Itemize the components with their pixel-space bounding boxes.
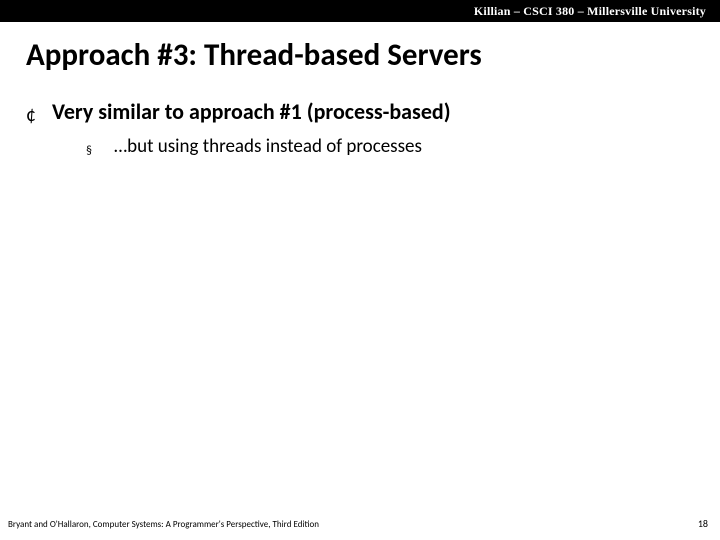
footer-citation: Bryant and O'Hallaron, Computer Systems:… <box>8 519 319 530</box>
course-label: Killian – CSCI 380 – Millersville Univer… <box>474 4 706 19</box>
header-bar: Killian – CSCI 380 – Millersville Univer… <box>0 0 720 22</box>
slide-title: Approach #3: Thread-based Servers <box>26 36 720 74</box>
slide-body: ¢ Very similar to approach #1 (process-b… <box>26 98 720 158</box>
page-number: 18 <box>698 517 708 530</box>
slide: Killian – CSCI 380 – Millersville Univer… <box>0 0 720 540</box>
bullet-symbol-l2: § <box>86 144 92 158</box>
bullet-text-l2: …but using threads instead of processes <box>114 135 422 158</box>
bullet-text-l1: Very similar to approach #1 (process-bas… <box>52 98 451 125</box>
bullet-level2: § …but using threads instead of processe… <box>86 135 720 158</box>
bullet-symbol-l1: ¢ <box>26 105 36 125</box>
bullet-level1: ¢ Very similar to approach #1 (process-b… <box>26 98 720 125</box>
